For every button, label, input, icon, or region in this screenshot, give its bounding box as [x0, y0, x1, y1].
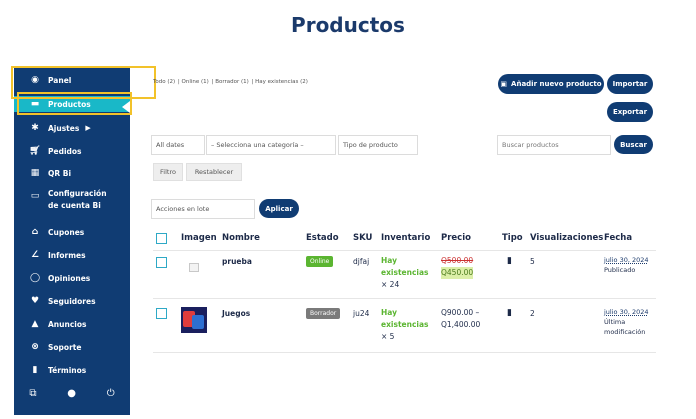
page-title: Productos: [291, 13, 405, 37]
document-icon: ▮: [32, 365, 38, 375]
sidebar-item-label: Informes: [48, 250, 86, 260]
placeholder-image-icon: [189, 263, 199, 272]
apply-button[interactable]: Aplicar: [259, 199, 299, 218]
add-product-button[interactable]: ▣ Añadir nuevo producto: [498, 74, 604, 94]
sidebar-item-label: Anuncios: [48, 319, 87, 329]
row-checkbox[interactable]: [156, 257, 167, 268]
inventory-value: Hay existencias × 5: [381, 308, 429, 341]
price-value: Q500.00 Q450.00: [441, 256, 474, 279]
sidebar-item-seguidores[interactable]: ♥ Seguidores: [14, 293, 130, 309]
search-button[interactable]: Buscar: [614, 135, 653, 154]
sidebar-item-cupones[interactable]: ⌂ Cupones: [14, 224, 130, 240]
external-link-icon[interactable]: ⧉: [29, 388, 36, 399]
sidebar: ◉ Panel ▬ Productos ✱ Ajustes ▶ 🛒︎ Pedid…: [14, 66, 130, 415]
status-badge: Borrador: [306, 308, 341, 319]
select-all-checkbox[interactable]: [156, 233, 167, 244]
sidebar-item-label: Seguidores: [48, 296, 96, 306]
gear-icon: ✱: [31, 123, 39, 133]
search-input[interactable]: Buscar productos: [497, 135, 611, 155]
bell-icon: ▲: [31, 319, 39, 329]
reset-button[interactable]: Restablecer: [186, 163, 242, 181]
sidebar-item-label: Cupones: [48, 227, 85, 237]
user-icon[interactable]: ●: [67, 388, 76, 399]
filter-tab-online[interactable]: Online (1): [182, 79, 209, 85]
filter-tab-draft[interactable]: Borrador (1): [215, 79, 249, 85]
chart-icon: ∠: [30, 250, 40, 260]
product-thumbnail: [181, 307, 207, 333]
sidebar-item-soporte[interactable]: ⊗ Soporte: [14, 339, 130, 355]
export-button[interactable]: Exportar: [607, 102, 653, 122]
product-name-link[interactable]: prueba: [222, 257, 252, 266]
filter-tab-all[interactable]: Todo (2): [153, 79, 175, 85]
import-button[interactable]: Importar: [607, 74, 653, 94]
divider: [153, 250, 656, 251]
column-header-status: Estado: [306, 233, 339, 243]
qr-icon: ▦: [30, 168, 40, 178]
power-icon[interactable]: ⏻: [107, 388, 115, 399]
product-type-select[interactable]: Tipo de producto: [338, 135, 418, 155]
date-value: julio 30, 2024 Publicado: [604, 256, 649, 274]
dates-select[interactable]: All dates: [151, 135, 205, 155]
views-count: 5: [530, 257, 535, 266]
chat-icon: ◯: [29, 273, 41, 283]
sku-value: djfaj: [353, 257, 370, 266]
column-header-price[interactable]: Precio: [441, 233, 471, 243]
sidebar-item-ajustes[interactable]: ✱ Ajustes ▶: [14, 120, 130, 136]
date-value: julio 30, 2024 Última modificación: [604, 308, 649, 336]
support-icon: ⊗: [31, 342, 39, 352]
bulk-actions-select[interactable]: Acciones en lote: [151, 199, 255, 219]
column-header-name[interactable]: Nombre: [222, 233, 260, 243]
sku-value: ju24: [353, 309, 370, 318]
simple-product-type-icon: ▮: [507, 256, 512, 266]
column-header-image: Imagen: [181, 233, 217, 243]
sidebar-item-qr-bi[interactable]: ▦ QR Bi: [14, 165, 130, 181]
product-name-link[interactable]: Juegos: [222, 309, 250, 318]
sidebar-item-terminos[interactable]: ▮ Términos: [14, 362, 130, 378]
column-header-inventory: Inventario: [381, 233, 431, 243]
filter-button[interactable]: Filtro: [153, 163, 183, 181]
column-header-views: Visualizaciones: [530, 233, 604, 243]
column-header-type: Tipo: [502, 233, 523, 243]
sidebar-footer: ⧉ ● ⏻: [14, 388, 130, 399]
briefcase-icon: ▣: [500, 80, 508, 88]
status-filter-tabs: Todo (2) | Online (1) | Borrador (1) | H…: [153, 79, 308, 85]
sidebar-item-label: Pedidos: [48, 146, 82, 156]
sidebar-item-configuracion[interactable]: ▭ Configuración de cuenta Bi: [14, 188, 130, 216]
sidebar-item-pedidos[interactable]: 🛒︎ Pedidos: [14, 143, 130, 159]
sidebar-item-label: QR Bi: [48, 168, 72, 178]
views-count: 2: [530, 309, 535, 318]
row-checkbox[interactable]: [156, 308, 167, 319]
column-header-date[interactable]: Fecha: [604, 233, 632, 243]
highlight-box-productos: [17, 92, 132, 115]
sidebar-item-label: Opiniones: [48, 273, 91, 283]
card-icon: ▭: [30, 191, 40, 201]
inventory-value: Hay existencias × 24: [381, 256, 429, 289]
divider: [153, 298, 656, 299]
sidebar-item-label: Soporte: [48, 342, 82, 352]
category-select[interactable]: – Selecciona una categoría –: [206, 135, 336, 155]
price-value: Q900.00 – Q1,400.00: [441, 308, 481, 329]
column-header-sku[interactable]: SKU: [353, 233, 372, 243]
cart-icon: 🛒︎: [29, 146, 41, 156]
sidebar-item-informes[interactable]: ∠ Informes: [14, 247, 130, 263]
filter-tab-stock[interactable]: Hay existencias (2): [255, 79, 308, 85]
heart-icon: ♥: [30, 296, 40, 306]
sidebar-item-anuncios[interactable]: ▲ Anuncios: [14, 316, 130, 332]
variable-product-type-icon: ▮: [507, 308, 512, 318]
sidebar-item-label: Configuración de cuenta Bi: [48, 189, 107, 210]
sidebar-item-opiniones[interactable]: ◯ Opiniones: [14, 270, 130, 286]
gift-icon: ⌂: [31, 227, 39, 237]
chevron-right-icon: ▶: [85, 124, 91, 132]
divider: [153, 352, 656, 353]
sidebar-item-label: Términos: [48, 365, 87, 375]
status-badge: Online: [306, 256, 334, 267]
sidebar-item-label: Ajustes: [48, 123, 80, 133]
